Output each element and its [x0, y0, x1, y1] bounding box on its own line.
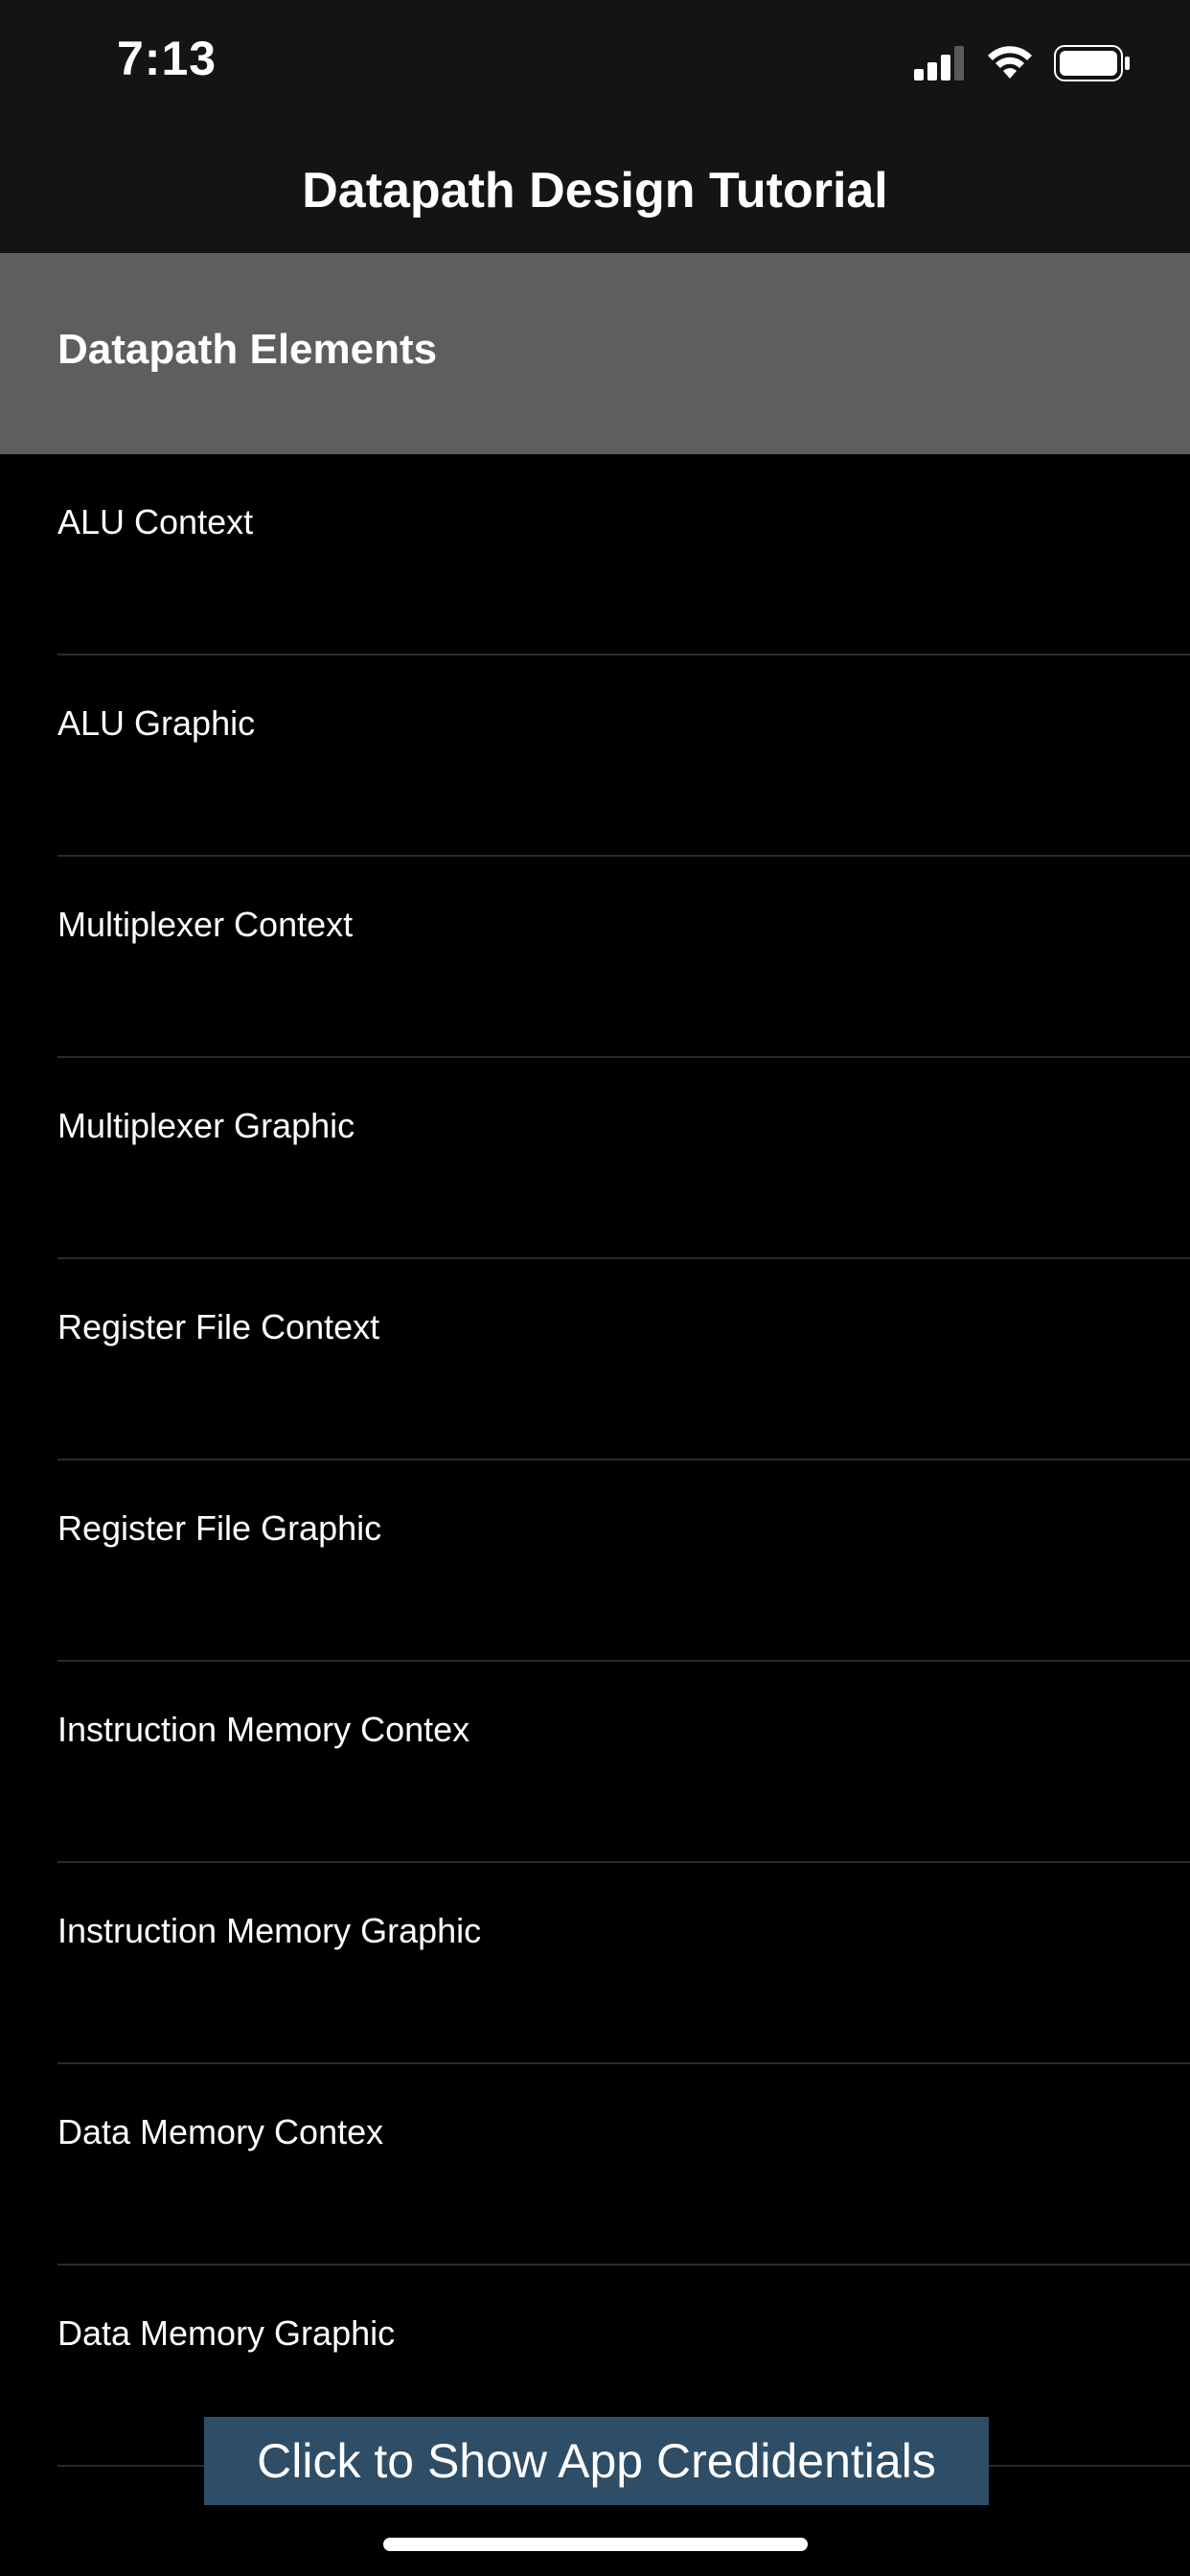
status-time: 7:13 [117, 32, 217, 85]
wifi-icon [987, 45, 1033, 85]
cellular-signal-icon [914, 45, 966, 85]
list-item-label: ALU Graphic [57, 703, 256, 743]
home-indicator[interactable] [383, 2538, 808, 2551]
list-item-register-file-graphic[interactable]: Register File Graphic [0, 1460, 1190, 1662]
section-header: Datapath Elements [0, 253, 1190, 454]
navigation-bar: Datapath Design Tutorial [0, 128, 1190, 253]
status-bar: 7:13 [0, 0, 1190, 128]
list-item-multiplexer-graphic[interactable]: Multiplexer Graphic [0, 1058, 1190, 1259]
list-item-label: ALU Context [57, 502, 254, 541]
list-item-label: Register File Graphic [57, 1508, 382, 1548]
list-item-label: Data Memory Contex [57, 2112, 384, 2151]
list-item-multiplexer-context[interactable]: Multiplexer Context [0, 857, 1190, 1058]
list-item-alu-graphic[interactable]: ALU Graphic [0, 656, 1190, 857]
status-icons [914, 44, 1131, 86]
list-item-label: Multiplexer Graphic [57, 1106, 355, 1145]
list-item-instruction-memory-graphic[interactable]: Instruction Memory Graphic [0, 1863, 1190, 2064]
section-title: Datapath Elements [57, 326, 438, 373]
list-item-label: Data Memory Graphic [57, 2313, 396, 2353]
list-item-register-file-context[interactable]: Register File Context [0, 1259, 1190, 1460]
list-item-instruction-memory-context[interactable]: Instruction Memory Contex [0, 1662, 1190, 1863]
show-app-credentials-button[interactable]: Click to Show App Credidentials [204, 2417, 989, 2505]
list-item-label: Instruction Memory Contex [57, 1710, 470, 1749]
list-item-label: Register File Context [57, 1307, 380, 1346]
list-item-alu-context[interactable]: ALU Context [0, 454, 1190, 656]
list-item-label: Instruction Memory Graphic [57, 1911, 482, 1950]
list-item-label: Multiplexer Context [57, 905, 354, 944]
page-title: Datapath Design Tutorial [302, 163, 888, 218]
list-item-data-memory-context[interactable]: Data Memory Contex [0, 2064, 1190, 2266]
battery-icon [1054, 44, 1131, 86]
datapath-elements-list: ALU Context ALU Graphic Multiplexer Cont… [0, 454, 1190, 2467]
